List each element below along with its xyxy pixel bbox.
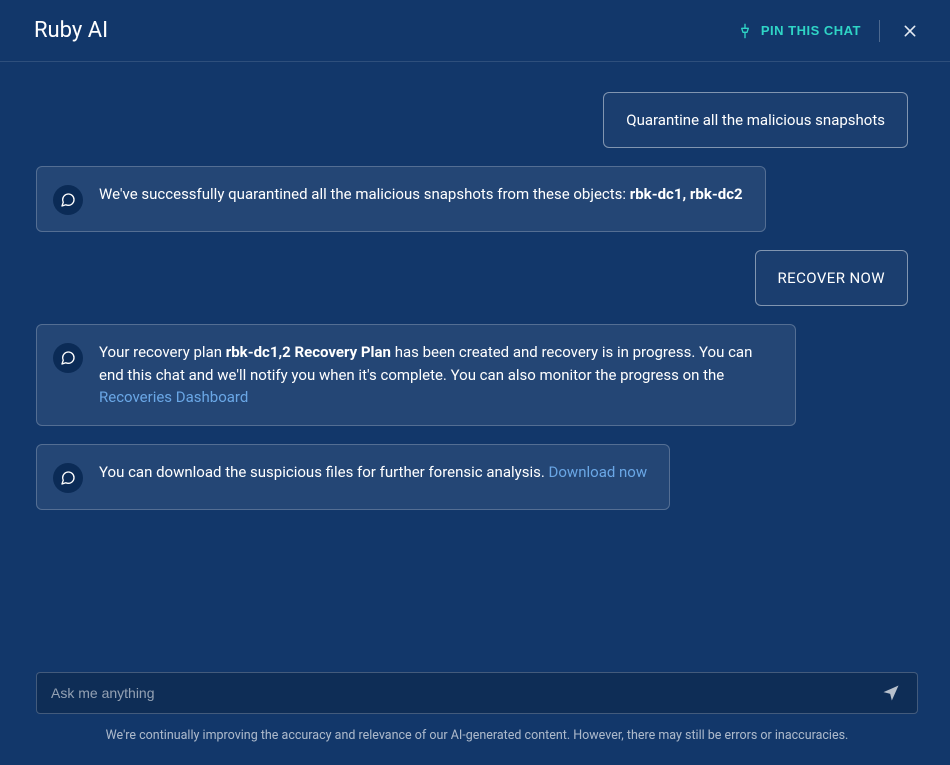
- ai-avatar: [53, 463, 83, 493]
- pin-chat-label: PIN THIS CHAT: [761, 23, 861, 38]
- divider: [879, 20, 880, 42]
- close-button[interactable]: [898, 19, 922, 43]
- user-message-text: Quarantine all the malicious snapshots: [626, 111, 885, 129]
- chat-input[interactable]: [51, 685, 877, 701]
- ai-message: We've successfully quarantined all the m…: [36, 166, 766, 232]
- chat-header: Ruby AI PIN THIS CHAT: [0, 0, 950, 62]
- composer-area: We're continually improving the accuracy…: [0, 672, 950, 765]
- disclaimer-text: We're continually improving the accuracy…: [36, 728, 918, 743]
- user-message: Quarantine all the malicious snapshots: [603, 92, 908, 148]
- chat-scroll-area[interactable]: Quarantine all the malicious snapshots W…: [0, 62, 950, 672]
- pin-icon: [737, 23, 753, 39]
- page-title: Ruby AI: [34, 18, 108, 43]
- recoveries-dashboard-link[interactable]: Recoveries Dashboard: [99, 388, 248, 406]
- ai-message-text: We've successfully quarantined all the m…: [99, 183, 743, 215]
- download-now-link[interactable]: Download now: [549, 463, 648, 481]
- user-message: RECOVER NOW: [755, 250, 908, 306]
- send-button[interactable]: [877, 679, 905, 707]
- ai-avatar: [53, 343, 83, 373]
- ai-message-text: Your recovery plan rbk-dc1,2 Recovery Pl…: [99, 341, 773, 409]
- pin-chat-button[interactable]: PIN THIS CHAT: [737, 23, 861, 39]
- ai-message: You can download the suspicious files fo…: [36, 444, 670, 510]
- ai-message-text: You can download the suspicious files fo…: [99, 461, 647, 493]
- header-actions: PIN THIS CHAT: [737, 19, 922, 43]
- composer: [36, 672, 918, 714]
- ai-message: Your recovery plan rbk-dc1,2 Recovery Pl…: [36, 324, 796, 426]
- ai-avatar: [53, 185, 83, 215]
- user-message-text: RECOVER NOW: [778, 269, 885, 287]
